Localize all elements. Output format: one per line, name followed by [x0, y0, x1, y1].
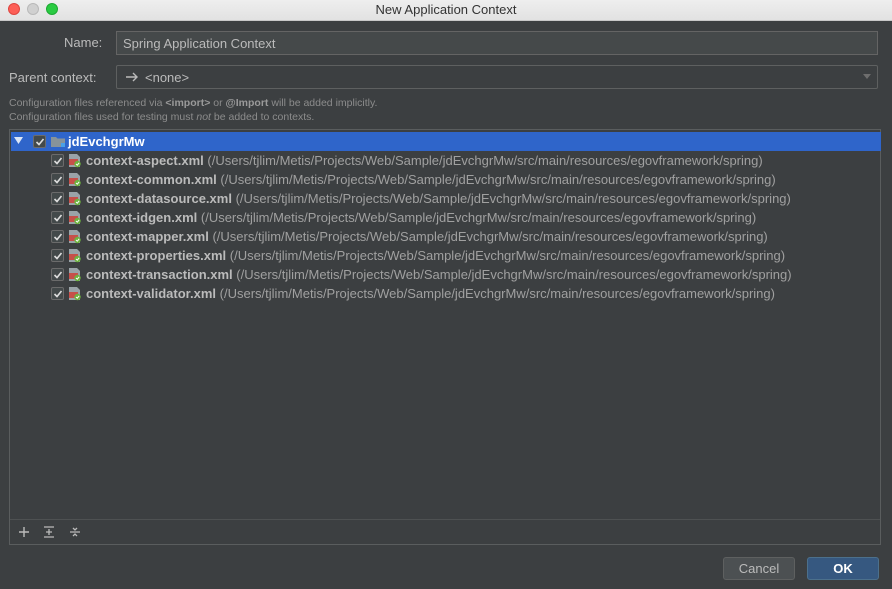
file-name-text: context-idgen.xml — [86, 210, 198, 225]
tree-file-row[interactable]: context-idgen.xml (/Users/tjlim/Metis/Pr… — [11, 208, 881, 227]
file-name: context-mapper.xml (/Users/tjlim/Metis/P… — [86, 229, 768, 244]
parent-context-label: Parent context: — [9, 70, 97, 85]
spring-xml-file-icon — [69, 268, 81, 282]
spring-xml-file-icon — [69, 211, 81, 225]
name-input[interactable] — [116, 31, 878, 55]
file-path: (/Users/tjlim/Metis/Projects/Web/Sample/… — [236, 267, 792, 282]
file-name: context-common.xml (/Users/tjlim/Metis/P… — [86, 172, 776, 187]
file-path: (/Users/tjlim/Metis/Projects/Web/Sample/… — [229, 248, 786, 263]
file-name: context-transaction.xml (/Users/tjlim/Me… — [86, 267, 792, 282]
file-name-text: context-validator.xml — [86, 286, 217, 301]
file-path: (/Users/tjlim/Metis/Projects/Web/Sample/… — [200, 210, 757, 225]
file-name: context-idgen.xml (/Users/tjlim/Metis/Pr… — [86, 210, 756, 225]
dropdown-arrow-icon — [863, 74, 871, 79]
file-checkbox[interactable] — [51, 287, 64, 300]
expand-all-icon[interactable] — [43, 526, 55, 538]
file-checkbox[interactable] — [51, 173, 64, 186]
file-name-text: context-mapper.xml — [86, 229, 209, 244]
file-checkbox[interactable] — [51, 154, 64, 167]
plus-icon[interactable] — [18, 526, 30, 538]
module-folder-icon — [51, 137, 65, 147]
file-name-text: context-properties.xml — [86, 248, 227, 263]
tree-file-row[interactable]: context-transaction.xml (/Users/tjlim/Me… — [11, 265, 881, 284]
cancel-button[interactable]: Cancel — [723, 557, 795, 580]
title-bar: New Application Context — [0, 0, 892, 21]
arrow-right-icon — [126, 72, 138, 82]
file-checkbox[interactable] — [51, 211, 64, 224]
parent-context-value: <none> — [145, 70, 190, 85]
testing-hint-text: Configuration files used for testing mus… — [9, 111, 315, 123]
spring-xml-file-icon — [69, 173, 81, 187]
file-path: (/Users/tjlim/Metis/Projects/Web/Sample/… — [219, 286, 775, 301]
root-module-label: jdEvchgrMw — [68, 134, 145, 149]
tree-file-row[interactable]: context-properties.xml (/Users/tjlim/Met… — [11, 246, 881, 265]
file-path: (/Users/tjlim/Metis/Projects/Web/Sample/… — [212, 229, 768, 244]
file-checkbox[interactable] — [51, 192, 64, 205]
file-path: (/Users/tjlim/Metis/Projects/Web/Sample/… — [235, 191, 791, 206]
import-hint-text: Configuration files referenced via <impo… — [9, 97, 378, 109]
tree-file-row[interactable]: context-mapper.xml (/Users/tjlim/Metis/P… — [11, 227, 881, 246]
tree-file-row[interactable]: context-validator.xml (/Users/tjlim/Meti… — [11, 284, 881, 303]
file-path: (/Users/tjlim/Metis/Projects/Web/Sample/… — [207, 153, 763, 168]
tree-file-row[interactable]: context-aspect.xml (/Users/tjlim/Metis/P… — [11, 151, 881, 170]
file-name: context-aspect.xml (/Users/tjlim/Metis/P… — [86, 153, 763, 168]
file-name: context-properties.xml (/Users/tjlim/Met… — [86, 248, 785, 263]
file-name-text: context-datasource.xml — [86, 191, 232, 206]
spring-xml-file-icon — [69, 287, 81, 301]
file-name: context-datasource.xml (/Users/tjlim/Met… — [86, 191, 791, 206]
root-checkbox[interactable] — [33, 135, 46, 148]
tree-toolbar — [10, 519, 880, 544]
window-title: New Application Context — [375, 2, 517, 17]
file-name-text: context-transaction.xml — [86, 267, 233, 282]
tree-file-row[interactable]: context-common.xml (/Users/tjlim/Metis/P… — [11, 170, 881, 189]
file-checkbox[interactable] — [51, 230, 64, 243]
spring-xml-file-icon — [69, 249, 81, 263]
config-files-tree[interactable]: jdEvchgrMw context-aspect.xml (/Users/tj… — [9, 129, 881, 545]
tree-root-row[interactable]: jdEvchgrMw — [11, 132, 881, 151]
spring-xml-file-icon — [69, 154, 81, 168]
name-label: Name: — [64, 35, 103, 50]
file-checkbox[interactable] — [51, 268, 64, 281]
file-path: (/Users/tjlim/Metis/Projects/Web/Sample/… — [220, 172, 776, 187]
file-name: context-validator.xml (/Users/tjlim/Meti… — [86, 286, 775, 301]
ok-button[interactable]: OK — [807, 557, 879, 580]
spring-xml-file-icon — [69, 192, 81, 206]
expanded-triangle-icon[interactable] — [14, 137, 23, 145]
file-checkbox[interactable] — [51, 249, 64, 262]
spring-xml-file-icon — [69, 230, 81, 244]
file-name-text: context-aspect.xml — [86, 153, 204, 168]
parent-context-select[interactable]: <none> — [116, 65, 878, 89]
file-name-text: context-common.xml — [86, 172, 217, 187]
collapse-all-icon[interactable] — [69, 526, 81, 538]
dialog-window: New Application Context Name: Parent con… — [0, 0, 892, 589]
tree-file-row[interactable]: context-datasource.xml (/Users/tjlim/Met… — [11, 189, 881, 208]
